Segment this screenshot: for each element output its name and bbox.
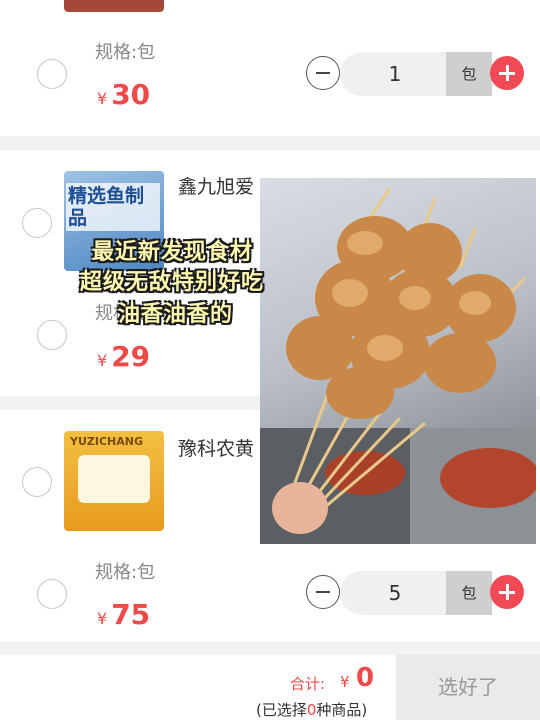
select-radio-1[interactable] (37, 59, 67, 89)
spec-label-1: 规格:包 (95, 42, 156, 63)
cart-item-1: 规格:包 ¥30 1 包 (0, 0, 540, 136)
price-value: 30 (111, 78, 151, 111)
currency-symbol: ¥ (97, 609, 108, 628)
done-button[interactable]: 选好了 (396, 655, 540, 720)
selected-count: 0 (306, 701, 317, 719)
quantity-value[interactable]: 5 (340, 571, 450, 615)
price-3: ¥75 (97, 598, 150, 631)
increase-button[interactable] (490, 56, 524, 90)
decrease-button[interactable] (306, 56, 340, 90)
selected-suffix: 种商品) (316, 701, 368, 719)
product-image-3-text: YUZICHANG (70, 435, 143, 448)
selected-prefix: (已选择 (256, 701, 307, 719)
product-image-1[interactable] (64, 0, 164, 12)
selected-count-text: (已选择0种商品) (256, 699, 367, 720)
product-title-2[interactable]: 鑫九旭爱 (178, 172, 254, 199)
total-currency: ¥ (340, 673, 350, 691)
total-value: 0 (356, 663, 375, 693)
quantity-stepper-1: 1 包 (306, 52, 526, 96)
select-radio-3b[interactable] (37, 579, 67, 609)
currency-symbol: ¥ (97, 351, 108, 370)
price-1: ¥30 (97, 78, 150, 111)
select-radio-2b[interactable] (37, 320, 67, 350)
decrease-button[interactable] (306, 575, 340, 609)
product-title-3[interactable]: 豫科农黄 (178, 434, 254, 461)
product-image-3[interactable]: YUZICHANG (64, 431, 164, 531)
video-caption-line-3: 油香油香的 (118, 302, 234, 327)
price-2: ¥29 (97, 340, 150, 373)
checkout-bar: 合计: ¥ 0 (已选择0种商品) 选好了 (0, 655, 540, 720)
currency-symbol: ¥ (97, 89, 108, 108)
product-photo-icon (78, 455, 150, 503)
select-radio-2[interactable] (22, 208, 52, 238)
unit-label: 包 (446, 571, 492, 615)
floating-video-overlay[interactable] (260, 178, 536, 544)
food-skewers-image (260, 187, 536, 544)
price-value: 75 (111, 598, 151, 631)
spec-label-3: 规格:包 (95, 562, 156, 583)
product-image-2-text: 精选鱼制品 (66, 183, 160, 231)
price-value: 29 (111, 340, 151, 373)
quantity-stepper-3: 5 包 (306, 571, 526, 615)
quantity-value[interactable]: 1 (340, 52, 450, 96)
video-caption-line-2: 超级无敌特别好吃 (80, 270, 265, 295)
video-caption-line-1: 最近新发现食材 (92, 240, 254, 265)
total-label: 合计: (290, 675, 326, 693)
unit-label: 包 (446, 52, 492, 96)
select-radio-3[interactable] (22, 467, 52, 497)
increase-button[interactable] (490, 575, 524, 609)
